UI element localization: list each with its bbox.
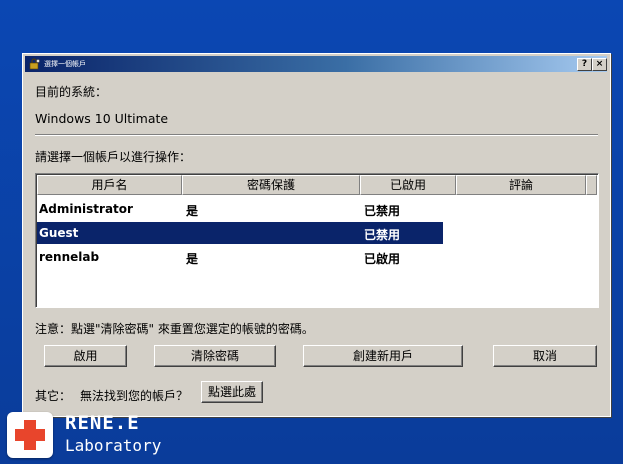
column-header-password[interactable]: 密碼保護 (182, 175, 360, 195)
click-here-button[interactable]: 點選此處 (201, 381, 263, 403)
title-bar[interactable]: 選擇一個帳戶 ? × (25, 56, 607, 72)
cancel-button[interactable]: 取消 (493, 345, 597, 367)
system-label: 目前的系統： (35, 85, 108, 99)
note-text: 注意：點選"清除密碼" 來重置您選定的帳號的密碼。 (35, 322, 314, 336)
clear-password-button[interactable]: 清除密碼 (154, 345, 276, 367)
column-header-username[interactable]: 用戶名 (37, 175, 182, 195)
cell-password: 是 (186, 204, 199, 218)
cell-enabled: 已禁用 (364, 204, 401, 218)
table-row[interactable]: rennelab 是 已啟用 (37, 246, 443, 268)
account-list[interactable]: 用戶名 密碼保護 已啟用 評論 Administrator 是 已禁用 Gues… (35, 173, 599, 308)
select-account-dialog: 選擇一個帳戶 ? × 目前的系統： Windows 10 Ultimate 請選… (22, 53, 611, 417)
table-row[interactable]: Administrator 是 已禁用 (37, 198, 443, 220)
table-row-selected[interactable]: Guest 已禁用 (37, 222, 443, 244)
enable-button[interactable]: 啟用 (44, 345, 127, 367)
cell-enabled: 已啟用 (364, 252, 401, 266)
logo-wordmark: RENE.E (65, 412, 140, 434)
logo-badge (7, 412, 53, 458)
divider (35, 134, 598, 136)
key-lock-icon (29, 58, 40, 70)
other-label: 其它： (35, 389, 72, 403)
cell-password: 是 (186, 252, 199, 266)
cell-username: Guest (39, 226, 79, 240)
cell-username: rennelab (39, 250, 100, 264)
logo-subtitle: Laboratory (65, 436, 162, 455)
close-button[interactable]: × (592, 58, 607, 71)
window-title: 選擇一個帳戶 (44, 60, 86, 68)
column-header-comment[interactable]: 評論 (456, 175, 586, 195)
create-user-button[interactable]: 創建新用戶 (303, 345, 463, 367)
choose-account-prompt: 請選擇一個帳戶以進行操作： (35, 150, 192, 164)
cannot-find-account-text: 無法找到您的帳戶？ (80, 389, 189, 403)
cell-username: Administrator (39, 202, 133, 216)
cell-enabled: 已禁用 (364, 228, 401, 242)
help-button[interactable]: ? (577, 58, 592, 71)
column-header-enabled[interactable]: 已啟用 (360, 175, 456, 195)
medical-cross-icon (15, 420, 45, 450)
system-value: Windows 10 Ultimate (35, 111, 169, 126)
column-header-filler (586, 175, 597, 195)
